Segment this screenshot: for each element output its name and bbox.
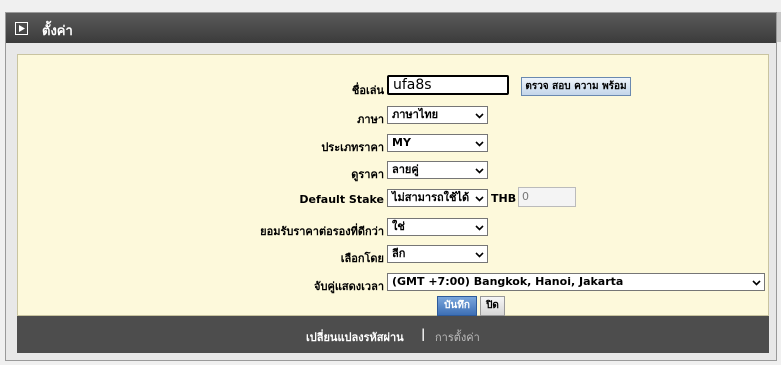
accept-better-odds-select[interactable]: ใช่ <box>387 218 488 236</box>
timezone-label: จับคู่แสดงเวลา <box>314 280 384 293</box>
check-availability-button[interactable]: ตรวจ สอบ ความ พร้อม <box>521 77 631 96</box>
row-username: ชื่อเล่น ufa8s ตรวจ สอบ ความ พร้อม <box>18 75 768 99</box>
odds-type-label: ประเภทราคา <box>321 141 384 154</box>
chevron-down-icon <box>475 113 484 119</box>
close-button[interactable]: ปิด <box>480 296 505 316</box>
dialog-titlebar: ตั้งค่า <box>6 13 776 43</box>
select-by-select[interactable]: ลีก <box>387 245 488 263</box>
row-default-stake: Default Stake ไม่สามารถใช้ได้ THB 0 <box>18 187 768 211</box>
chevron-down-icon <box>475 252 484 258</box>
chevron-down-icon <box>475 225 484 231</box>
accept-better-odds-value: ใช่ <box>392 220 405 233</box>
default-stake-label: Default Stake <box>299 193 384 206</box>
play-box-icon <box>15 22 28 35</box>
row-timezone: จับคู่แสดงเวลา (GMT +7:00) Bangkok, Hano… <box>18 273 768 295</box>
dialog-title: ตั้งค่า <box>42 24 73 39</box>
language-select[interactable]: ภาษาไทย <box>387 106 488 124</box>
row-select-by: เลือกโดย ลีก <box>18 245 768 267</box>
footer-separator: | <box>421 327 426 341</box>
default-stake-value: ไม่สามารถใช้ได้ <box>392 191 470 204</box>
timezone-select[interactable]: (GMT +7:00) Bangkok, Hanoi, Jakarta <box>387 273 765 291</box>
stake-currency: THB <box>491 192 517 205</box>
odds-view-value: ลายคู่ <box>392 163 419 176</box>
timezone-value: (GMT +7:00) Bangkok, Hanoi, Jakarta <box>392 275 624 288</box>
row-actions: บันทึก ปิด <box>18 296 768 318</box>
row-accept-better-odds: ยอมรับราคาต่อรองที่ดีกว่า ใช่ <box>18 218 768 240</box>
change-password-link[interactable]: เปลี่ยนแปลงรหัสผ่าน <box>306 328 404 346</box>
dialog-footer: เปลี่ยนแปลงรหัสผ่าน | การตั้งค่า <box>17 316 769 353</box>
odds-type-select[interactable]: MY <box>387 134 488 152</box>
settings-link[interactable]: การตั้งค่า <box>435 328 480 346</box>
chevron-down-icon <box>475 141 484 147</box>
odds-view-select[interactable]: ลายคู่ <box>387 161 488 179</box>
username-input[interactable]: ufa8s <box>387 75 509 95</box>
stake-amount-input[interactable]: 0 <box>518 187 576 207</box>
username-label: ชื่อเล่น <box>351 84 384 97</box>
settings-dialog: ตั้งค่า ชื่อเล่น ufa8s ตรวจ สอบ ความ พร้… <box>5 12 777 361</box>
chevron-down-icon <box>752 280 761 286</box>
accept-better-odds-label: ยอมรับราคาต่อรองที่ดีกว่า <box>260 225 384 238</box>
chevron-down-icon <box>475 196 484 202</box>
language-label: ภาษา <box>357 113 384 126</box>
settings-form: ชื่อเล่น ufa8s ตรวจ สอบ ความ พร้อม ภาษา … <box>17 54 769 316</box>
default-stake-select[interactable]: ไม่สามารถใช้ได้ <box>387 189 488 207</box>
select-by-label: เลือกโดย <box>340 252 384 265</box>
row-odds-type: ประเภทราคา MY <box>18 134 768 156</box>
row-odds-view: ดูราคา ลายคู่ <box>18 161 768 183</box>
row-language: ภาษา ภาษาไทย <box>18 106 768 128</box>
language-value: ภาษาไทย <box>392 108 439 121</box>
odds-view-label: ดูราคา <box>351 168 384 181</box>
save-button[interactable]: บันทึก <box>437 296 477 316</box>
chevron-down-icon <box>475 168 484 174</box>
odds-type-value: MY <box>392 136 411 149</box>
select-by-value: ลีก <box>392 247 406 260</box>
